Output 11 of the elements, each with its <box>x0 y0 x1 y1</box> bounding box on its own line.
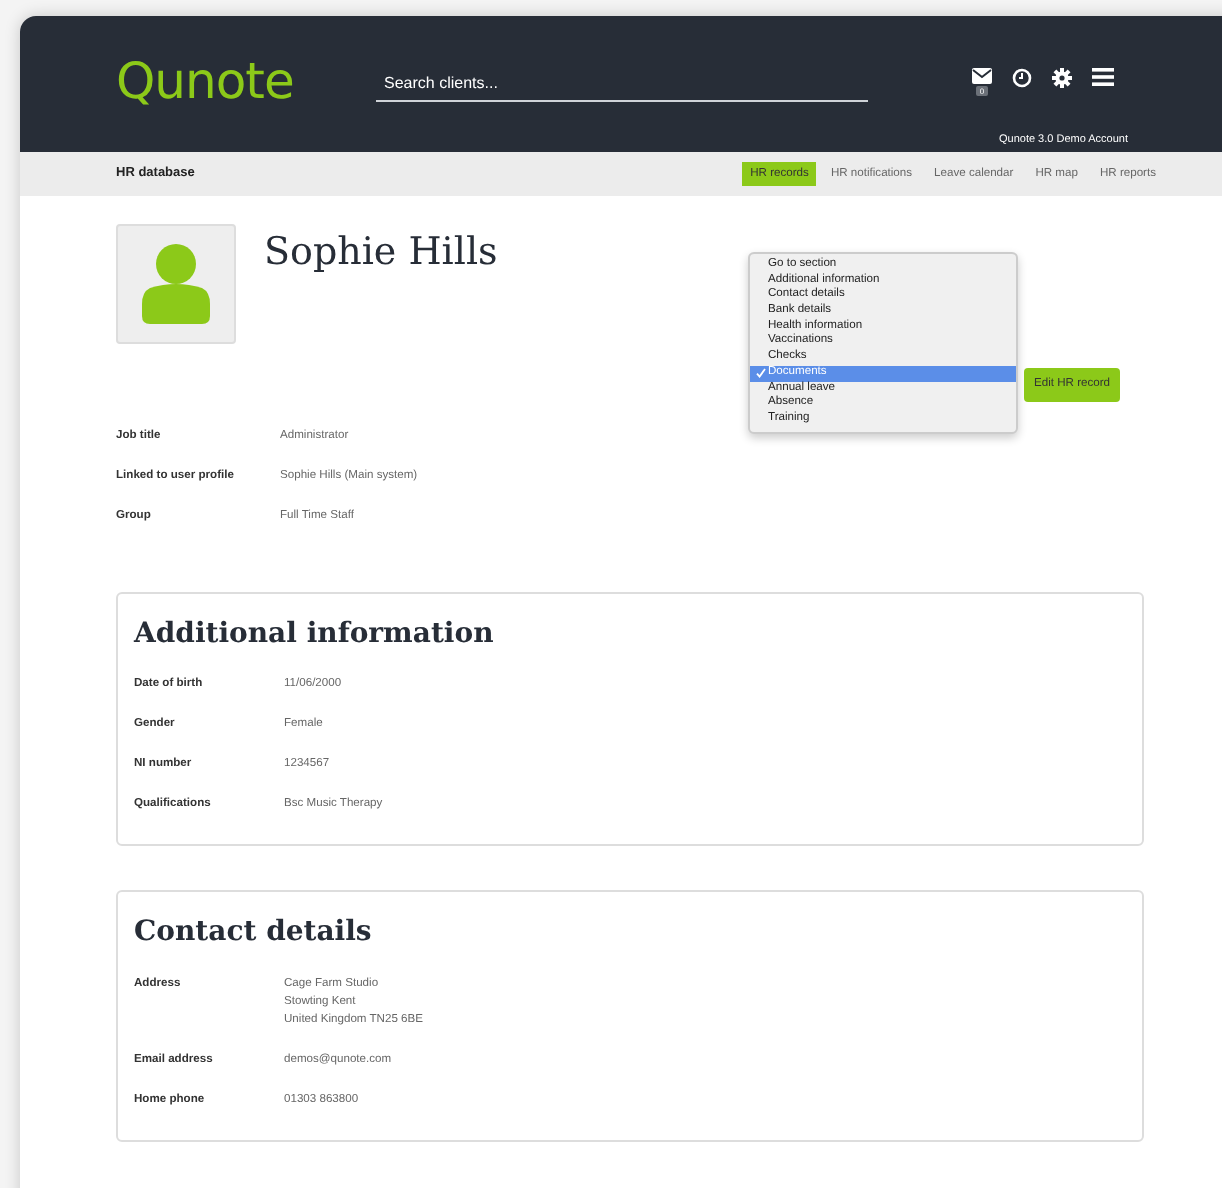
mail-icon[interactable] <box>972 68 992 84</box>
clock-icon[interactable] <box>1012 68 1032 88</box>
menu-icon[interactable] <box>1092 68 1114 86</box>
search-field[interactable]: Search clients... <box>376 68 868 102</box>
check-icon <box>756 368 766 379</box>
logo: Qunote <box>116 56 294 106</box>
section-heading: Additional information <box>134 620 494 651</box>
avatar-placeholder <box>116 224 236 344</box>
section-heading: Contact details <box>134 918 372 950</box>
settings-icon[interactable] <box>1052 68 1072 88</box>
person-name: Sophie Hills <box>264 228 498 278</box>
